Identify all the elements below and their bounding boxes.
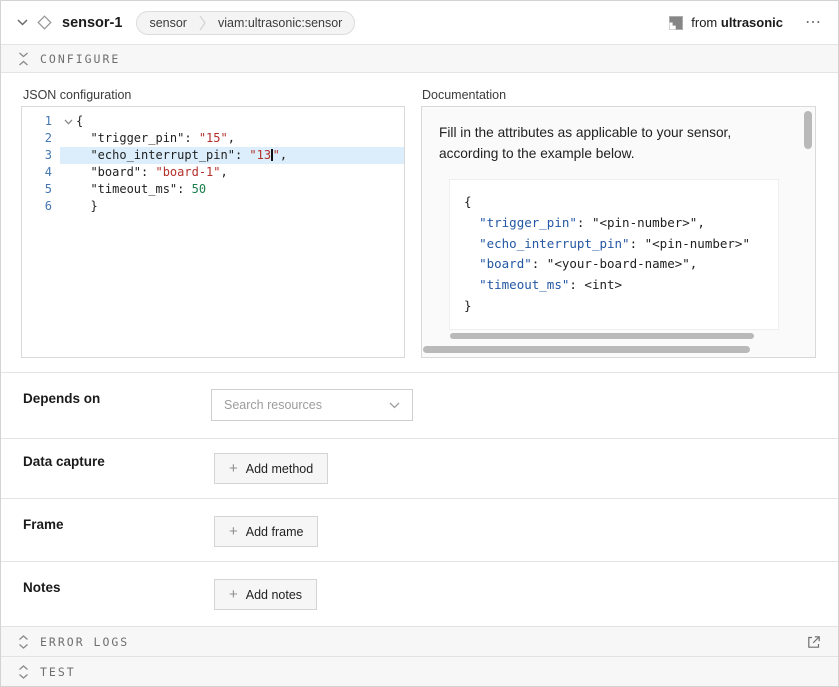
line-number: 1 (22, 113, 60, 130)
editor-line[interactable]: 6 } (22, 198, 404, 215)
component-card: sensor-1 sensor viam:ultrasonic:sensor f… (0, 0, 839, 687)
fold-gutter (60, 181, 76, 198)
json-editor-lines[interactable]: 1{2 "trigger_pin": "15",3 "echo_interrup… (22, 113, 404, 215)
line-number: 3 (22, 147, 60, 164)
module-icon (669, 16, 683, 30)
editor-line[interactable]: 5 "timeout_ms": 50 (22, 181, 404, 198)
overflow-menu-button[interactable]: ⋯ (805, 15, 822, 31)
fold-gutter (60, 198, 76, 215)
add-frame-button-label: Add frame (246, 525, 304, 539)
json-config-editor[interactable]: 1{2 "trigger_pin": "15",3 "echo_interrup… (21, 106, 405, 358)
fold-gutter (60, 130, 76, 147)
editor-line[interactable]: 1{ (22, 113, 404, 130)
editor-line-code[interactable]: "trigger_pin": "15", (76, 130, 235, 147)
depends-on-label: Depends on (23, 391, 100, 406)
doc-code-line: } (464, 296, 778, 317)
configure-section-bar[interactable]: CONFIGURE (1, 45, 838, 73)
configure-section-title: CONFIGURE (40, 52, 120, 66)
collapse-chevron-icon[interactable] (17, 19, 28, 26)
doc-code-line: "board": "<your-board-name>", (464, 254, 778, 275)
line-number: 6 (22, 198, 60, 215)
row-divider (1, 438, 838, 439)
collapse-section-icon[interactable] (18, 52, 29, 66)
doc-vertical-scrollbar[interactable] (804, 111, 812, 149)
editor-line-code[interactable]: "board": "board-1", (76, 164, 228, 181)
test-section-bar[interactable]: TEST (1, 656, 838, 686)
error-logs-section-title: ERROR LOGS (40, 635, 129, 649)
json-config-label: JSON configuration (23, 88, 131, 102)
from-word: from (691, 15, 717, 30)
editor-line-code[interactable]: { (76, 113, 83, 130)
add-frame-button[interactable]: + Add frame (214, 516, 318, 547)
component-type-pill: sensor viam:ultrasonic:sensor (136, 11, 355, 35)
module-name: ultrasonic (721, 15, 783, 30)
line-number: 5 (22, 181, 60, 198)
depends-on-search-select[interactable]: Search resources (211, 389, 413, 421)
documentation-code-example: { "trigger_pin": "<pin-number>", "echo_i… (449, 179, 779, 330)
plus-icon: + (229, 524, 238, 539)
doc-code-line: "trigger_pin": "<pin-number>", (464, 213, 778, 234)
fold-gutter (60, 164, 76, 181)
notes-label: Notes (23, 580, 61, 595)
fold-gutter (60, 147, 76, 164)
plus-icon: + (229, 587, 238, 602)
doc-code-line: { (464, 192, 778, 213)
doc-panel-horizontal-scrollbar[interactable] (423, 346, 750, 353)
documentation-panel: Fill in the attributes as applicable to … (421, 106, 816, 358)
from-module-label[interactable]: from ultrasonic (691, 15, 783, 30)
doc-code-horizontal-scrollbar[interactable] (450, 333, 754, 339)
editor-line[interactable]: 2 "trigger_pin": "15", (22, 130, 404, 147)
add-notes-button-label: Add notes (246, 588, 302, 602)
chevron-down-icon (389, 402, 400, 409)
editor-line-code[interactable]: "timeout_ms": 50 (76, 181, 206, 198)
row-divider (1, 372, 838, 373)
add-method-button[interactable]: + Add method (214, 453, 328, 484)
documentation-label: Documentation (422, 88, 506, 102)
add-notes-button[interactable]: + Add notes (214, 579, 317, 610)
line-number: 4 (22, 164, 60, 181)
editor-line[interactable]: 4 "board": "board-1", (22, 164, 404, 181)
type-badge: sensor (137, 16, 199, 30)
component-header: sensor-1 sensor viam:ultrasonic:sensor f… (1, 1, 838, 45)
row-divider (1, 498, 838, 499)
editor-line-code[interactable]: "echo_interrupt_pin": "13", (76, 147, 287, 164)
doc-code-line: "echo_interrupt_pin": "<pin-number>" (464, 234, 778, 255)
header-right-group: from ultrasonic ⋯ (669, 15, 822, 31)
doc-code-line: "timeout_ms": <int> (464, 275, 778, 296)
test-section-title: TEST (40, 665, 76, 679)
search-resources-placeholder: Search resources (224, 398, 389, 412)
row-divider (1, 561, 838, 562)
open-logs-external-icon[interactable] (807, 635, 821, 649)
expand-section-icon[interactable] (18, 665, 29, 679)
error-logs-section-bar[interactable]: ERROR LOGS (1, 626, 838, 656)
editor-line[interactable]: 3 "echo_interrupt_pin": "13", (22, 147, 404, 164)
add-method-button-label: Add method (246, 462, 313, 476)
model-badge: viam:ultrasonic:sensor (206, 16, 354, 30)
frame-label: Frame (23, 517, 64, 532)
line-number: 2 (22, 130, 60, 147)
data-capture-label: Data capture (23, 454, 105, 469)
pill-separator-chevron-icon (199, 14, 206, 32)
sensor-diamond-icon (37, 15, 52, 30)
editor-line-code[interactable]: } (76, 198, 98, 215)
plus-icon: + (229, 461, 238, 476)
expand-section-icon[interactable] (18, 635, 29, 649)
fold-chevron-icon[interactable] (60, 113, 76, 130)
documentation-intro-text: Fill in the attributes as applicable to … (439, 123, 787, 165)
component-name: sensor-1 (62, 15, 122, 31)
